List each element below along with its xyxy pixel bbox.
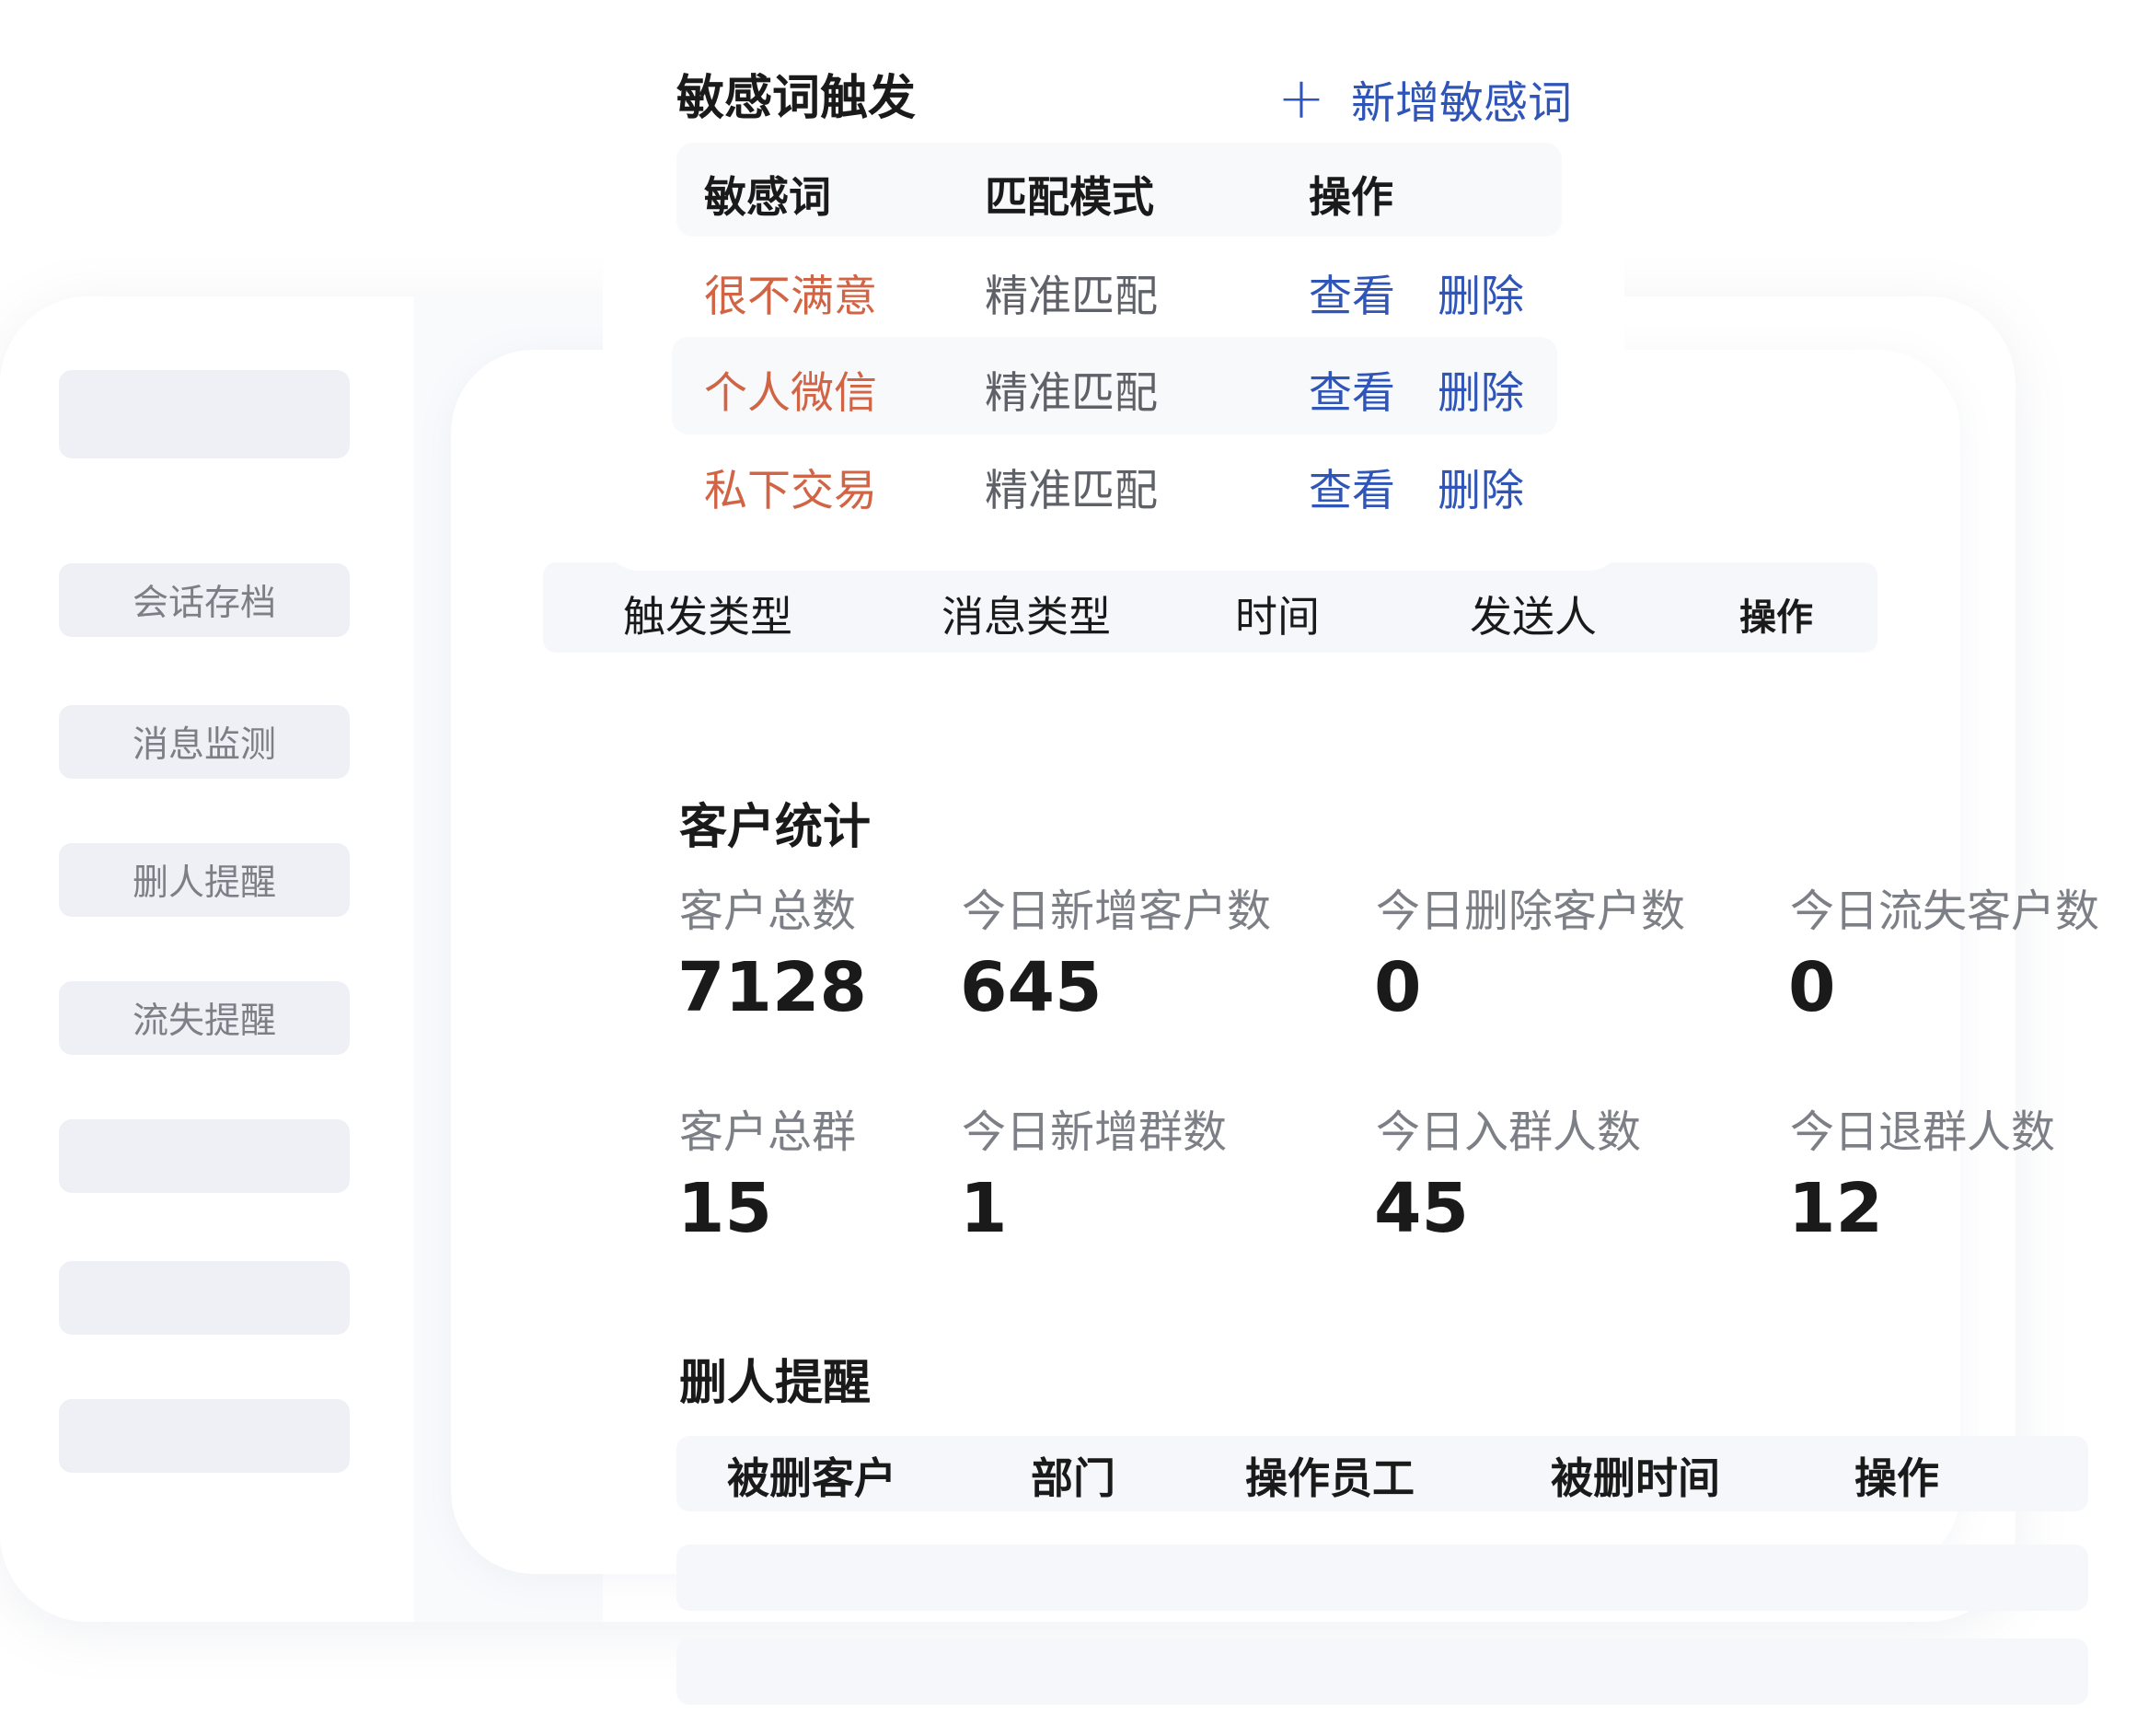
- stat-value: 0: [1374, 948, 1422, 1027]
- delete-link[interactable]: 删除: [1438, 455, 1524, 518]
- sidebar-item-placeholder[interactable]: [59, 370, 350, 458]
- stat-label: 今日入群人数: [1376, 1106, 1642, 1158]
- stat-value: 0: [1788, 948, 1836, 1027]
- add-button-label: 新增敏感词: [1350, 77, 1572, 129]
- delete-link[interactable]: 删除: [1438, 357, 1524, 421]
- column-header: 敏感词: [704, 172, 831, 222]
- stat-value: 1: [960, 1169, 1008, 1248]
- sidebar-item-label: 会话存档: [132, 583, 276, 624]
- sidebar-item-placeholder[interactable]: [59, 1119, 350, 1193]
- stat-label: 客户总群: [679, 1106, 857, 1158]
- stat-value: 45: [1374, 1169, 1469, 1248]
- add-sensitive-word-button[interactable]: + 新增敏感词: [1277, 66, 1572, 131]
- column-header: 匹配模式: [985, 172, 1154, 222]
- column-header: 部门: [1031, 1453, 1115, 1503]
- section-title: 客户统计: [679, 800, 872, 855]
- sidebar-item-message-monitor[interactable]: 消息监测: [59, 705, 350, 779]
- stat-label: 客户总数: [679, 885, 857, 937]
- column-header: 被删客户: [727, 1453, 896, 1503]
- sensitive-word: 私下交易: [704, 466, 877, 516]
- column-header: 操作: [1739, 596, 1813, 639]
- stat-label: 今日流失客户数: [1790, 885, 2100, 937]
- view-link[interactable]: 查看: [1309, 357, 1395, 421]
- sidebar-item-churn-reminder[interactable]: 流失提醒: [59, 981, 350, 1055]
- view-link[interactable]: 查看: [1309, 455, 1395, 518]
- sidebar-item-session-archive[interactable]: 会话存档: [59, 563, 350, 637]
- column-header: 触发类型: [623, 592, 792, 642]
- plus-icon: +: [1277, 64, 1325, 132]
- delete-link[interactable]: 删除: [1438, 260, 1524, 324]
- sidebar-item-label: 消息监测: [132, 724, 276, 766]
- column-header: 时间: [1235, 592, 1320, 642]
- view-link[interactable]: 查看: [1309, 260, 1395, 324]
- stat-value: 12: [1788, 1169, 1883, 1248]
- sidebar-item-label: 流失提醒: [132, 1001, 276, 1042]
- section-title: 敏感词触发: [676, 71, 917, 126]
- sidebar-item-placeholder[interactable]: [59, 1261, 350, 1335]
- column-header: 操作: [1309, 172, 1393, 222]
- column-header: 操作员工: [1245, 1453, 1415, 1503]
- table-row-placeholder: [676, 1545, 2088, 1611]
- match-mode: 精准匹配: [985, 466, 1158, 516]
- sidebar-item-placeholder[interactable]: [59, 1399, 350, 1473]
- stat-value: 7128: [677, 948, 867, 1027]
- stat-value: 15: [677, 1169, 772, 1248]
- match-mode: 精准匹配: [985, 368, 1158, 419]
- match-mode: 精准匹配: [985, 272, 1158, 322]
- column-header: 被删时间: [1551, 1453, 1720, 1503]
- column-header: 消息类型: [941, 592, 1111, 642]
- stat-label: 今日新增群数: [962, 1106, 1228, 1158]
- sidebar-item-label: 删人提醒: [132, 862, 276, 904]
- table-row-placeholder: [676, 1638, 2088, 1705]
- stat-label: 今日退群人数: [1790, 1106, 2056, 1158]
- section-title: 删人提醒: [679, 1356, 872, 1411]
- stat-value: 645: [960, 948, 1103, 1027]
- column-header: 操作: [1854, 1453, 1939, 1503]
- sensitive-word: 很不满意: [704, 272, 877, 322]
- sensitive-word: 个人微信: [704, 368, 877, 419]
- column-header: 发送人: [1470, 592, 1597, 642]
- stat-label: 今日新增客户数: [962, 885, 1272, 937]
- sidebar-item-delete-reminder[interactable]: 删人提醒: [59, 843, 350, 917]
- stat-label: 今日删除客户数: [1376, 885, 1686, 937]
